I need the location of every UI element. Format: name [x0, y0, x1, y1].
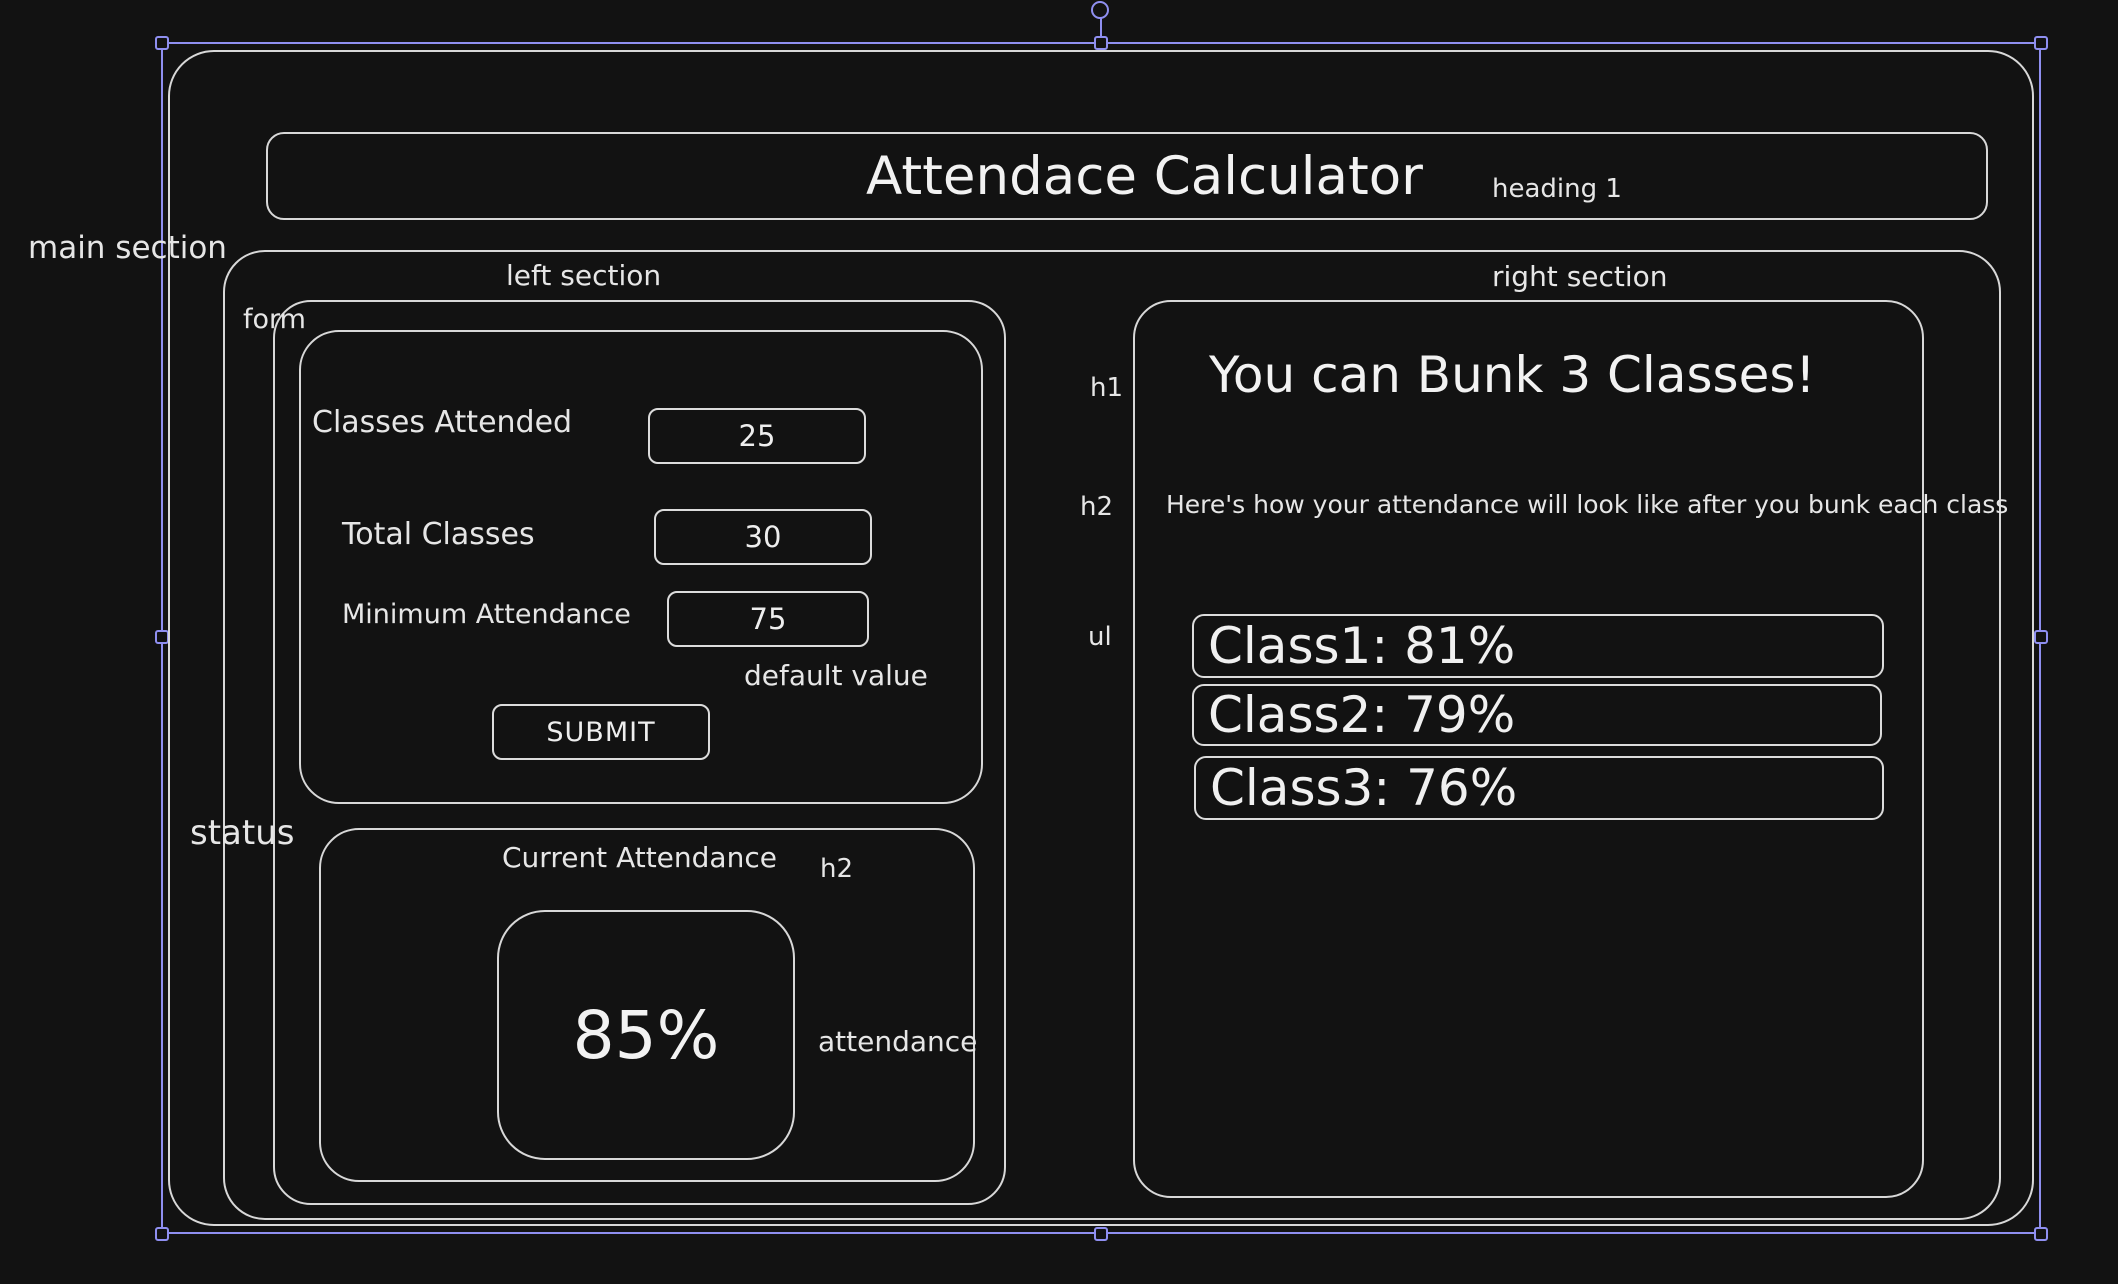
- classes-attended-label: Classes Attended: [312, 405, 573, 440]
- resize-handle-top[interactable]: [1094, 36, 1108, 50]
- resize-handle-bottom[interactable]: [1094, 1227, 1108, 1241]
- total-classes-label: Total Classes: [342, 517, 535, 552]
- result-subtitle: Here's how your attendance will look lik…: [1166, 490, 2009, 519]
- attendance-value: 85%: [572, 996, 720, 1074]
- rotation-handle[interactable]: [1091, 1, 1109, 19]
- list-item: Class3: 76%: [1194, 756, 1884, 820]
- result-headline: You can Bunk 3 Classes!: [1209, 346, 1816, 404]
- annotation-h2-status: h2: [820, 854, 854, 884]
- list-item: Class2: 79%: [1192, 684, 1882, 746]
- list-item: Class1: 81%: [1192, 614, 1884, 678]
- page-title: Attendace Calculator: [866, 146, 1423, 207]
- annotation-status: status: [190, 813, 295, 853]
- minimum-attendance-label: Minimum Attendance: [342, 599, 631, 630]
- annotation-ul: ul: [1088, 622, 1112, 652]
- classes-attended-input[interactable]: 25: [648, 408, 866, 464]
- right-section[interactable]: [1133, 300, 1924, 1198]
- resize-handle-bottom-left[interactable]: [155, 1227, 169, 1241]
- annotation-heading-1: heading 1: [1492, 174, 1622, 204]
- total-classes-input[interactable]: 30: [654, 509, 872, 565]
- annotation-default-value: default value: [744, 659, 928, 692]
- resize-handle-top-right[interactable]: [2034, 36, 2048, 50]
- attendance-display: 85%: [497, 910, 795, 1160]
- resize-handle-left[interactable]: [155, 630, 169, 644]
- resize-handle-top-left[interactable]: [155, 36, 169, 50]
- annotation-h1: h1: [1090, 373, 1124, 403]
- current-attendance-title: Current Attendance: [502, 841, 777, 874]
- annotation-attendance: attendance: [818, 1025, 978, 1058]
- annotation-form: form: [243, 304, 306, 335]
- minimum-attendance-input[interactable]: 75: [667, 591, 869, 647]
- resize-handle-right[interactable]: [2034, 630, 2048, 644]
- annotation-h2-right: h2: [1080, 492, 1114, 522]
- annotation-main-section: main section: [28, 230, 227, 266]
- annotation-left-section: left section: [506, 259, 662, 292]
- annotation-right-section: right section: [1492, 260, 1668, 293]
- resize-handle-bottom-right[interactable]: [2034, 1227, 2048, 1241]
- submit-button[interactable]: SUBMIT: [492, 704, 710, 760]
